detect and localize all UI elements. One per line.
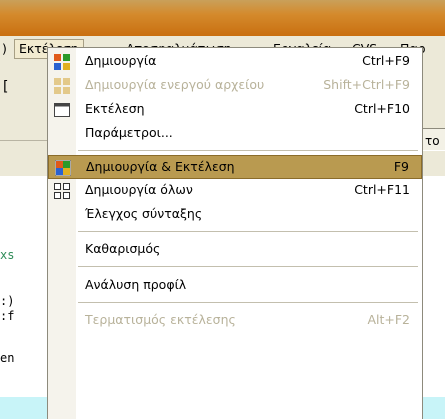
menu-item-label: Ανάλυση προφίλ: [85, 277, 187, 292]
run-window-icon: [54, 103, 70, 117]
menu-item-label: Έλεγχος σύνταξης: [85, 206, 203, 221]
menu-separator: [78, 150, 418, 151]
menu-item-syntax-check[interactable]: Έλεγχος σύνταξης: [48, 203, 422, 227]
compile-run-icon: [55, 160, 71, 176]
menu-item-shortcut: Ctrl+F10: [354, 101, 410, 116]
window-titlebar: [0, 0, 445, 36]
rebuild-all-icon: [54, 183, 70, 199]
menu-item-compile-run[interactable]: Δημιουργία & Εκτέλεση F9: [48, 155, 422, 179]
code-line: xs: [0, 248, 15, 262]
menu-item-label: Καθαρισμός: [85, 241, 161, 256]
menu-item-compile[interactable]: Δημιουργία Ctrl+F9: [48, 50, 422, 74]
menu-item-label: Δημιουργία όλων: [85, 182, 193, 197]
background-button[interactable]: το: [420, 128, 445, 152]
menu-item-rebuild-all[interactable]: Δημιουργία όλων Ctrl+F11: [48, 179, 422, 203]
code-line: :): [0, 294, 15, 308]
menu-item-compile-current: Δημιουργία ενεργού αρχείου Shift+Ctrl+F9: [48, 74, 422, 98]
menu-item-label: Παράμετροι...: [85, 125, 173, 140]
menu-item-parameters[interactable]: Παράμετροι...: [48, 122, 422, 146]
run-dropdown-menu: Δημιουργία Ctrl+F9 Δημιουργία ενεργού αρ…: [47, 47, 423, 419]
menu-item-shortcut: Ctrl+F9: [362, 53, 410, 68]
menu-separator: [78, 266, 418, 267]
compile-current-icon: [54, 78, 70, 94]
menu-separator: [78, 302, 418, 303]
menu-item-profile[interactable]: Ανάλυση προφίλ: [48, 274, 422, 298]
menu-item-label: Δημιουργία ενεργού αρχείου: [85, 77, 265, 92]
menu-item-shortcut: Shift+Ctrl+F9: [323, 77, 410, 92]
menu-item-clean[interactable]: Καθαρισμός: [48, 238, 422, 262]
menu-separator: [78, 231, 418, 232]
menu-item-shortcut: Alt+F2: [367, 312, 410, 327]
menu-item-label: Εκτέλεση: [85, 101, 145, 116]
menu-item-shortcut: Ctrl+F11: [354, 182, 410, 197]
menu-item-run[interactable]: Εκτέλεση Ctrl+F10: [48, 98, 422, 122]
menu-item-terminate: Τερματισμός εκτέλεσης Alt+F2: [48, 309, 422, 333]
menubar-item-partial[interactable]: ): [2, 40, 7, 58]
code-line: :f: [0, 309, 15, 323]
menu-item-label: Δημιουργία & Εκτέλεση: [86, 159, 235, 174]
menu-item-shortcut: F9: [393, 159, 409, 174]
code-line: en: [0, 351, 15, 365]
menu-item-label: Δημιουργία: [85, 53, 157, 68]
compile-icon: [54, 54, 70, 70]
background-bracket: [: [3, 79, 9, 95]
menu-item-label: Τερματισμός εκτέλεσης: [85, 312, 236, 327]
